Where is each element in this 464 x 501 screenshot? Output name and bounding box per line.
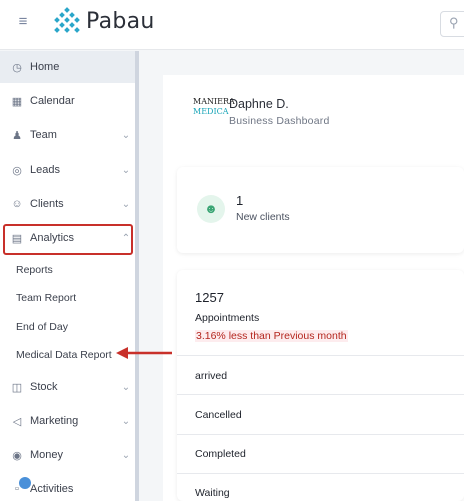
status-row-cancelled[interactable]: Cancelled bbox=[195, 409, 242, 421]
chevron-down-icon: ⌄ bbox=[121, 198, 131, 210]
sidebar-item-marketing[interactable]: ◁ Marketing ⌄ bbox=[0, 405, 137, 437]
new-clients-value: 1 bbox=[236, 193, 244, 208]
clock-icon: ◷ bbox=[12, 61, 22, 74]
chevron-down-icon: ⌄ bbox=[121, 129, 131, 141]
cart-icon: ◫ bbox=[11, 381, 23, 394]
notification-badge-icon bbox=[19, 477, 31, 489]
menu-icon[interactable]: ≡ bbox=[14, 14, 32, 30]
business-logo: MANIERA MEDICA bbox=[193, 97, 235, 123]
chevron-down-icon: ⌄ bbox=[121, 164, 131, 176]
sidebar-item-label: Stock bbox=[30, 381, 58, 393]
status-row-completed[interactable]: Completed bbox=[195, 448, 246, 460]
sidebar-item-leads[interactable]: ◎ Leads ⌄ bbox=[0, 154, 137, 186]
divider bbox=[177, 394, 464, 395]
submenu-item-medical-data-report[interactable]: Medical Data Report bbox=[16, 349, 112, 361]
logo-line-1: MANIERA bbox=[193, 97, 235, 106]
megaphone-icon: ◁ bbox=[12, 415, 22, 428]
divider bbox=[177, 473, 464, 474]
divider bbox=[177, 355, 464, 356]
new-clients-label: New clients bbox=[236, 211, 290, 223]
sidebar-item-clients[interactable]: ☺ Clients ⌄ bbox=[0, 188, 137, 220]
search-icon: ⚲ bbox=[449, 15, 459, 30]
search-input[interactable]: ⚲ bbox=[440, 11, 464, 37]
new-clients-icon: ☻ bbox=[197, 195, 225, 223]
sidebar: ◷ Home ▦ Calendar ♟ Team ⌄ ◎ Leads ⌄ ☺ C… bbox=[0, 51, 137, 501]
sidebar-item-label: Leads bbox=[30, 164, 60, 176]
sidebar-item-team[interactable]: ♟ Team ⌄ bbox=[0, 119, 137, 151]
sidebar-item-stock[interactable]: ◫ Stock ⌄ bbox=[0, 371, 137, 403]
sidebar-item-home[interactable]: ◷ Home bbox=[0, 51, 137, 83]
sidebar-item-label: Clients bbox=[30, 198, 64, 210]
sidebar-item-label: Calendar bbox=[30, 95, 75, 107]
submenu-item-reports[interactable]: Reports bbox=[16, 264, 53, 276]
calendar-icon: ▦ bbox=[11, 95, 23, 108]
appointments-delta: 3.16% less than Previous month bbox=[195, 330, 348, 342]
annotation-arrow-icon bbox=[116, 347, 172, 359]
target-icon: ◎ bbox=[12, 164, 22, 177]
brand-name: Pabau bbox=[86, 9, 155, 34]
business-name: Daphne D. bbox=[229, 97, 289, 111]
person-icon: ☺ bbox=[11, 198, 23, 210]
highlight-box bbox=[3, 224, 133, 255]
divider bbox=[177, 434, 464, 435]
sidebar-item-label: Money bbox=[30, 449, 64, 461]
chevron-down-icon: ⌄ bbox=[121, 381, 131, 393]
logo-line-2: MEDICA bbox=[193, 107, 229, 116]
page-subtitle: Business Dashboard bbox=[229, 115, 330, 127]
sidebar-item-calendar[interactable]: ▦ Calendar bbox=[0, 85, 137, 117]
submenu-item-team-report[interactable]: Team Report bbox=[16, 292, 76, 304]
pabau-logo-icon bbox=[54, 7, 80, 33]
appointments-value: 1257 bbox=[195, 290, 224, 305]
sidebar-item-label: Marketing bbox=[30, 415, 79, 427]
chevron-down-icon: ⌄ bbox=[121, 415, 131, 427]
status-row-arrived[interactable]: arrived bbox=[195, 370, 227, 382]
submenu-item-end-of-day[interactable]: End of Day bbox=[16, 321, 68, 333]
sidebar-item-money[interactable]: ◉ Money ⌄ bbox=[0, 439, 137, 471]
top-bar: ≡ Pabau ⚲ bbox=[0, 0, 464, 50]
appointments-label: Appointments bbox=[195, 312, 260, 324]
sidebar-item-label: Activities bbox=[30, 483, 74, 495]
chevron-down-icon: ⌄ bbox=[121, 449, 131, 461]
sidebar-item-label: Home bbox=[30, 61, 60, 73]
dollar-icon: ◉ bbox=[12, 449, 22, 462]
status-row-waiting[interactable]: Waiting bbox=[195, 487, 230, 499]
sidebar-item-label: Team bbox=[30, 129, 57, 141]
team-icon: ♟ bbox=[12, 129, 22, 142]
